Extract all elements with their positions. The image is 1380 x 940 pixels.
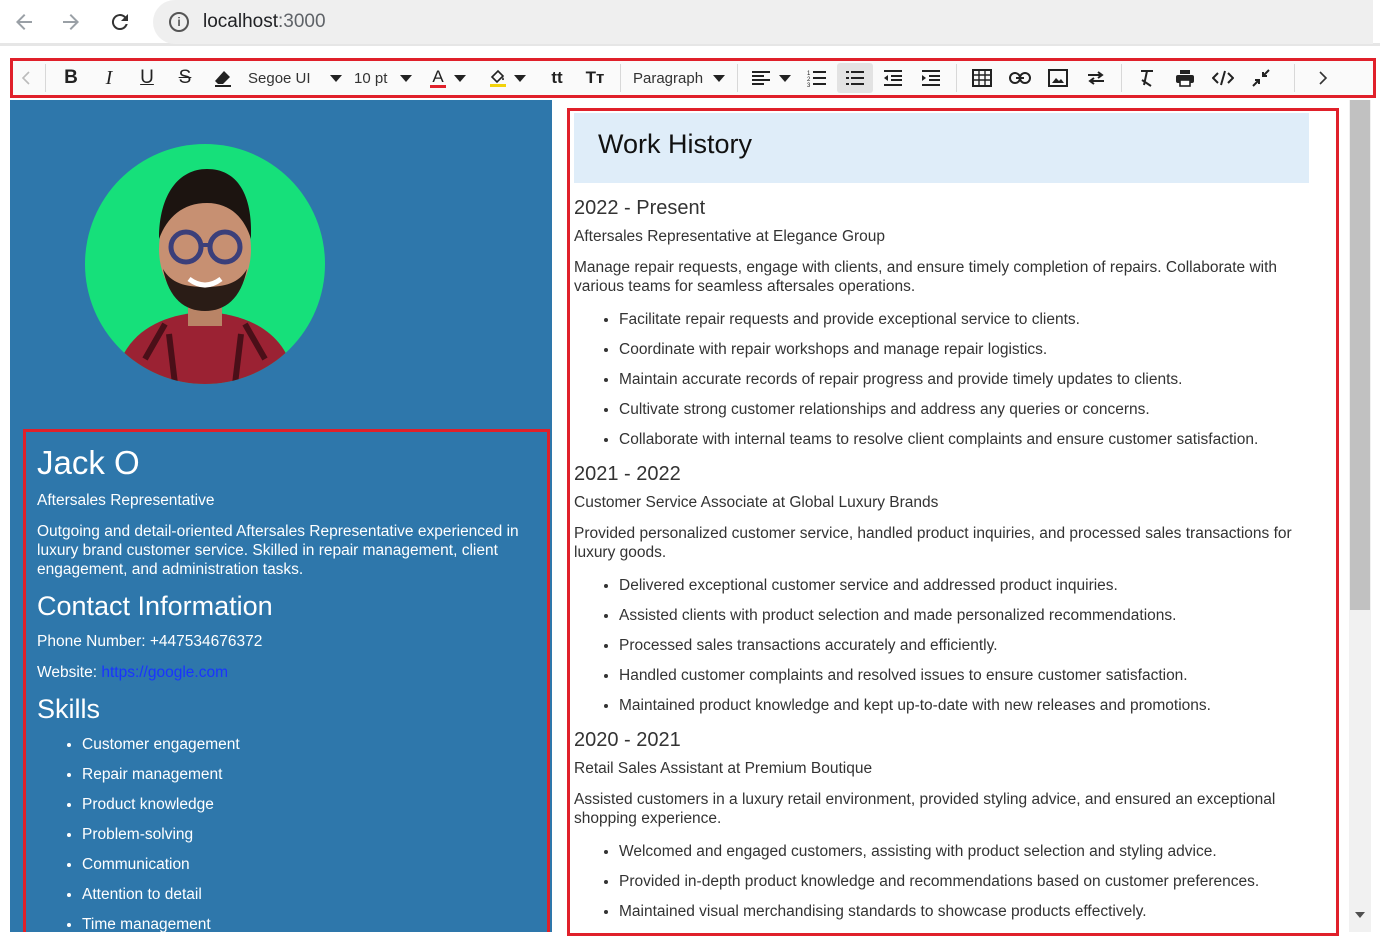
website-label: Website:	[37, 664, 98, 681]
job-description: Provided personalized customer service, …	[574, 525, 1292, 561]
job-bullets: Delivered exceptional customer service a…	[570, 576, 1336, 715]
toolbar-divider	[737, 64, 738, 92]
job-role: Retail Sales Assistant at Premium Boutiq…	[574, 760, 873, 777]
job-bullet: Coordinate with repair workshops and man…	[619, 340, 1336, 359]
job-bullet: Collaborate with internal teams to resol…	[619, 430, 1336, 449]
job-bullet: Welcomed and engaged customers, assistin…	[619, 842, 1336, 861]
swap-icon[interactable]	[1078, 63, 1114, 93]
website-link[interactable]: https://google.com	[101, 664, 228, 681]
minimize-icon[interactable]	[1243, 63, 1279, 93]
ordered-list-icon[interactable]: 123	[799, 63, 835, 93]
strikethrough-icon[interactable]: S	[167, 63, 203, 93]
job-bullet: Processed sales transactions accurately …	[619, 636, 1336, 655]
eraser-icon[interactable]	[205, 63, 241, 93]
profile-title: Aftersales Representative	[37, 492, 215, 509]
unordered-list-icon[interactable]	[837, 63, 873, 93]
back-arrow-icon[interactable]	[8, 6, 40, 38]
page-scrollbar[interactable]	[1349, 100, 1371, 932]
job-description: Assisted customers in a luxury retail en…	[574, 791, 1276, 827]
link-icon[interactable]	[1002, 63, 1038, 93]
indent-icon[interactable]	[913, 63, 949, 93]
toolbar-divider	[1294, 64, 1295, 92]
website-row: Website: https://google.com	[37, 663, 536, 682]
align-dropdown[interactable]	[744, 63, 798, 93]
uppercase-icon[interactable]: Tт	[577, 63, 613, 93]
work-history-panel: Work History 2022 - Present Aftersales R…	[567, 108, 1339, 936]
address-bar[interactable]: i localhost:3000	[153, 0, 1373, 44]
job-bullet: Assisted clients with product selection …	[619, 606, 1336, 625]
skill-item: Communication	[82, 855, 536, 874]
profile-summary: Outgoing and detail-oriented Aftersales …	[37, 523, 519, 578]
scroll-right-icon[interactable]	[1301, 63, 1345, 93]
job-bullet: Maintained visual merchandising standard…	[619, 902, 1336, 921]
block-format-dropdown[interactable]: Paragraph	[627, 63, 731, 93]
print-icon[interactable]	[1167, 63, 1203, 93]
align-icon[interactable]	[751, 70, 771, 86]
job-role: Aftersales Representative at Elegance Gr…	[574, 228, 886, 245]
job-years: 2020 - 2021	[574, 729, 681, 751]
source-code-icon[interactable]	[1205, 63, 1241, 93]
font-color-icon[interactable]: A	[430, 68, 446, 88]
skill-item: Customer engagement	[82, 735, 536, 754]
toolbar-divider	[620, 64, 621, 92]
underline-icon[interactable]: U	[129, 63, 165, 93]
job-role: Customer Service Associate at Global Lux…	[574, 494, 939, 511]
italic-icon[interactable]: I	[91, 63, 127, 93]
job-description: Manage repair requests, engage with clie…	[574, 259, 1278, 295]
profile-name: Jack O	[37, 444, 140, 481]
table-icon[interactable]	[964, 63, 1000, 93]
work-history-heading: Work History	[574, 113, 1309, 183]
job-bullets: Facilitate repair requests and provide e…	[570, 310, 1336, 449]
job-bullet: Handled customer complaints and resolved…	[619, 666, 1336, 685]
job-bullet: Delivered exceptional customer service a…	[619, 576, 1336, 595]
bold-icon[interactable]: B	[53, 63, 89, 93]
skills-heading: Skills	[37, 694, 101, 724]
lowercase-icon[interactable]: tt	[539, 63, 575, 93]
toolbar-divider	[956, 64, 957, 92]
job-bullet: Maintain accurate records of repair prog…	[619, 370, 1336, 389]
profile-info-box: Jack O Aftersales Representative Outgoin…	[23, 429, 550, 932]
outdent-icon[interactable]	[875, 63, 911, 93]
scrollbar-thumb[interactable]	[1350, 100, 1370, 610]
job-years: 2022 - Present	[574, 197, 706, 219]
highlight-icon[interactable]	[490, 69, 506, 87]
job-bullet: Cultivate strong customer relationships …	[619, 400, 1336, 419]
skill-item: Product knowledge	[82, 795, 536, 814]
job-bullet: Maintained product knowledge and kept up…	[619, 696, 1336, 715]
job-years: 2021 - 2022	[574, 463, 681, 485]
profile-sidebar: Jack O Aftersales Representative Outgoin…	[10, 100, 552, 932]
skill-item: Time management	[82, 915, 536, 932]
phone-number: Phone Number: +447534676372	[37, 633, 263, 650]
forward-arrow-icon[interactable]	[55, 6, 87, 38]
editor-toolbar: B I U S Segoe UI 10 pt A tt Tт Paragraph…	[10, 58, 1376, 98]
skill-item: Attention to detail	[82, 885, 536, 904]
job-bullet: Provided in-depth product knowledge and …	[619, 872, 1336, 891]
info-icon[interactable]: i	[169, 12, 189, 32]
skill-item: Repair management	[82, 765, 536, 784]
skills-list: Customer engagement Repair management Pr…	[37, 735, 536, 932]
scroll-down-icon[interactable]	[1355, 912, 1365, 918]
scroll-left-icon[interactable]	[13, 63, 39, 93]
image-icon[interactable]	[1040, 63, 1076, 93]
job-bullets: Welcomed and engaged customers, assistin…	[570, 842, 1336, 921]
url-text: localhost:3000	[203, 11, 326, 32]
reload-icon[interactable]	[104, 6, 136, 38]
font-family-dropdown[interactable]: Segoe UI	[242, 63, 348, 93]
svg-text:3: 3	[807, 83, 811, 87]
job-bullet: Facilitate repair requests and provide e…	[619, 310, 1336, 329]
font-color-picker[interactable]: A	[418, 63, 478, 93]
skill-item: Problem-solving	[82, 825, 536, 844]
contact-heading: Contact Information	[37, 591, 273, 621]
toolbar-divider	[1121, 64, 1122, 92]
highlight-picker[interactable]	[478, 63, 538, 93]
browser-bar: i localhost:3000	[0, 0, 1380, 46]
clear-format-icon[interactable]	[1129, 63, 1165, 93]
toolbar-divider	[45, 64, 46, 92]
font-size-dropdown[interactable]: 10 pt	[348, 63, 418, 93]
avatar	[85, 144, 325, 384]
